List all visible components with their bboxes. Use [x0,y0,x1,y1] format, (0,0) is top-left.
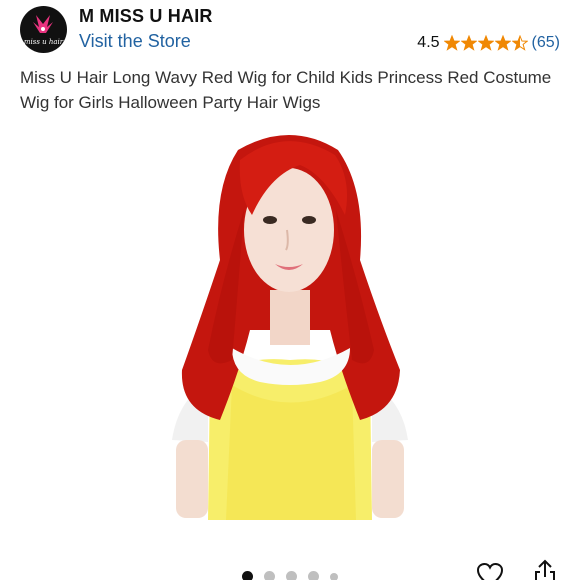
star-full-icon [477,35,494,51]
rating-value: 4.5 [417,34,440,51]
logo-text: miss u hair [24,38,64,46]
rating-count-link[interactable]: (65) [532,34,560,52]
gallery-pagination [242,571,338,580]
gallery-dot[interactable] [330,572,338,580]
star-full-icon [460,35,477,51]
visit-store-link[interactable]: Visit the Store [79,31,191,52]
store-header: miss u hair M MISS U HAIR Visit the Stor… [0,0,580,62]
star-full-icon [494,35,511,51]
share-icon[interactable] [532,558,558,580]
store-name: M MISS U HAIR [79,6,213,26]
star-rating [443,35,528,51]
product-title: Miss U Hair Long Wavy Red Wig for Child … [20,68,552,112]
gallery-dot[interactable] [264,571,275,580]
rating-summary[interactable]: 4.5 (65) [417,33,560,53]
gallery-dot[interactable] [286,571,297,580]
star-half-icon [511,35,528,51]
store-logo[interactable]: miss u hair [20,6,67,53]
gallery-dot[interactable] [308,571,319,580]
heart-icon[interactable] [476,562,504,580]
product-image[interactable] [0,120,580,530]
star-full-icon [443,35,460,51]
gallery-dot[interactable] [242,571,253,580]
